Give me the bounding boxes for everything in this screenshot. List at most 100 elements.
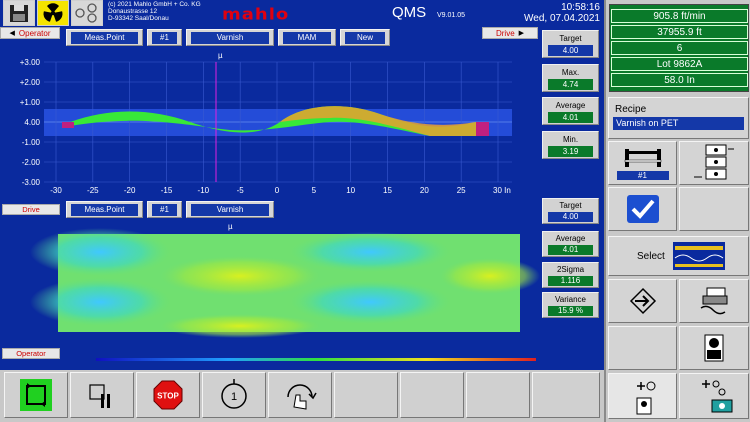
operator-side-button[interactable]: ◀ Operator [0,27,60,39]
printer-button[interactable] [679,279,749,323]
x-tick-label: -25 [87,186,99,195]
heatmap-cool-zone [30,228,170,276]
empty-panel-slot-2[interactable] [608,326,677,370]
stop-label: STOP [157,392,179,401]
right-arrow-icon: ▶ [518,30,525,37]
service-button[interactable] [679,326,749,370]
heatmap-warm-zone [160,314,320,338]
y-tick-label: -3.00 [22,178,41,187]
pause-button[interactable] [70,372,134,418]
y-tick-label: +1.00 [20,98,41,107]
technician-icon [704,334,724,362]
layout-settings-button[interactable] [679,141,749,185]
empty-toolbar-slot-3[interactable] [466,372,530,418]
empty-toolbar-slot-1[interactable] [334,372,398,418]
x-tick-label: -30 [50,186,62,195]
mode-selector[interactable]: MAM [278,29,336,46]
checkmark-icon [626,195,659,223]
min-stat-label: Min. [562,135,579,144]
unit-label: µ [218,51,223,60]
recipe-panel[interactable]: Recipe Varnish on PET [608,97,749,139]
point-number-selector-bottom[interactable]: #1 [147,201,182,218]
min-stat[interactable]: Min. 3.19 [542,131,599,159]
y-tick-label: 4.00 [24,118,40,127]
color-scale-bar [96,358,536,361]
operator-label-bottom: Operator [16,349,46,358]
empty-toolbar-slot-4[interactable] [532,372,600,418]
point-number-label: #1 [152,31,177,44]
meas-point-label: Meas.Point [71,31,138,44]
new-button[interactable]: New [340,29,390,46]
counter-label: 1 [231,391,237,403]
radiation-icon [43,3,63,22]
heatmap-cool-zone [30,278,170,326]
heatmap-chart: µ [30,222,540,361]
right-panel: 905.8 ft/min 37955.9 ft 6 Lot 9862A 58.0… [604,0,750,422]
confirm-button[interactable] [608,187,677,231]
x-tick-label: 0 [275,186,280,195]
header-bar: (c) 2021 Mahlo GmbH + Co. KG Donaustrass… [0,0,604,26]
variance-stat-label: Variance [555,295,586,304]
drive-label-bottom: Drive [22,205,40,214]
refresh-button[interactable] [4,372,68,418]
x-tick-label: -10 [198,186,210,195]
config-button[interactable] [679,373,749,419]
floppy-disk-icon [10,5,28,22]
profile-thumbnail-icon [672,242,725,270]
copyright-text: (c) 2021 Mahlo GmbH + Co. KG Donaustrass… [108,1,201,22]
two-sigma-stat-label: 2Sigma [556,265,585,274]
empty-panel-slot[interactable] [679,187,749,231]
count-value: 6 [611,41,748,55]
profile-chart: µ +3.00 +2.00 +1.00 4.00 -1.00 -2.00 -3.00 -30… [20,51,512,195]
point-number-selector[interactable]: #1 [147,29,182,46]
product-selector-bottom[interactable]: Varnish [186,201,274,218]
save-disk-icon-button[interactable] [3,0,35,26]
radiation-button[interactable] [37,0,69,26]
max-stat-label: Max. [561,68,580,77]
target-stat-bottom[interactable]: Target 4.00 [542,198,599,224]
edge-marker-left [62,122,74,128]
counter-button[interactable]: 1 [202,372,266,418]
two-sigma-stat[interactable]: 2Sigma 1.116 [542,262,599,288]
target-stat-label: Target [559,34,582,43]
user-settings-button[interactable] [608,373,677,419]
y-tick-labels: +3.00 +2.00 +1.00 4.00 -1.00 -2.00 -3.00 [20,58,41,187]
version-text: V9.01.05 [437,12,466,19]
network-button[interactable] [71,0,103,26]
select-view-button[interactable]: Select [608,236,749,276]
two-sigma-stat-value: 1.116 [548,276,593,286]
x-tick-label: 30 In [493,186,511,195]
drive-side-label-bottom[interactable]: Drive [2,204,60,215]
average-stat-bottom[interactable]: Average 4.01 [542,231,599,257]
hand-rotate-icon [287,384,317,410]
measuring-point-button[interactable]: #1 [608,141,677,185]
x-tick-label: 15 [383,186,392,195]
heatmap-cool-zone [290,280,450,324]
heatmap-warm-zone [160,256,320,296]
heatmap-cool-zone [290,232,450,272]
reset-button[interactable] [268,372,332,418]
meas-point-selector-bottom[interactable]: Meas.Point [66,201,143,218]
new-label: New [345,31,385,44]
y-tick-label: -1.00 [22,138,41,147]
address-line: Donaustrasse 12 [108,8,158,15]
network-nodes-icon [75,3,97,23]
app-title: QMS [392,4,427,21]
drive-side-button[interactable]: Drive ▶ [482,27,538,39]
max-stat[interactable]: Max. 4.74 [542,64,599,92]
stop-button[interactable]: STOP [136,372,200,418]
login-button[interactable] [608,279,677,323]
product-label: Varnish [191,31,269,44]
meas-point-selector[interactable]: Meas.Point [66,29,143,46]
target-stat[interactable]: Target 4.00 [542,30,599,58]
average-stat-bottom-label: Average [555,234,586,243]
select-label: Select [637,250,665,262]
product-selector[interactable]: Varnish [186,29,274,46]
x-tick-labels: -30 -25 -20 -15 -10 -5 0 5 10 15 20 25 30 In [50,186,511,195]
variance-stat[interactable]: Variance 15.9 % [542,292,599,318]
operator-side-label-bottom[interactable]: Operator [2,348,60,359]
average-stat[interactable]: Average 4.01 [542,97,599,125]
stop-sign-icon: STOP [153,380,183,410]
target-stat-bottom-label: Target [559,201,582,210]
empty-toolbar-slot-2[interactable] [400,372,464,418]
